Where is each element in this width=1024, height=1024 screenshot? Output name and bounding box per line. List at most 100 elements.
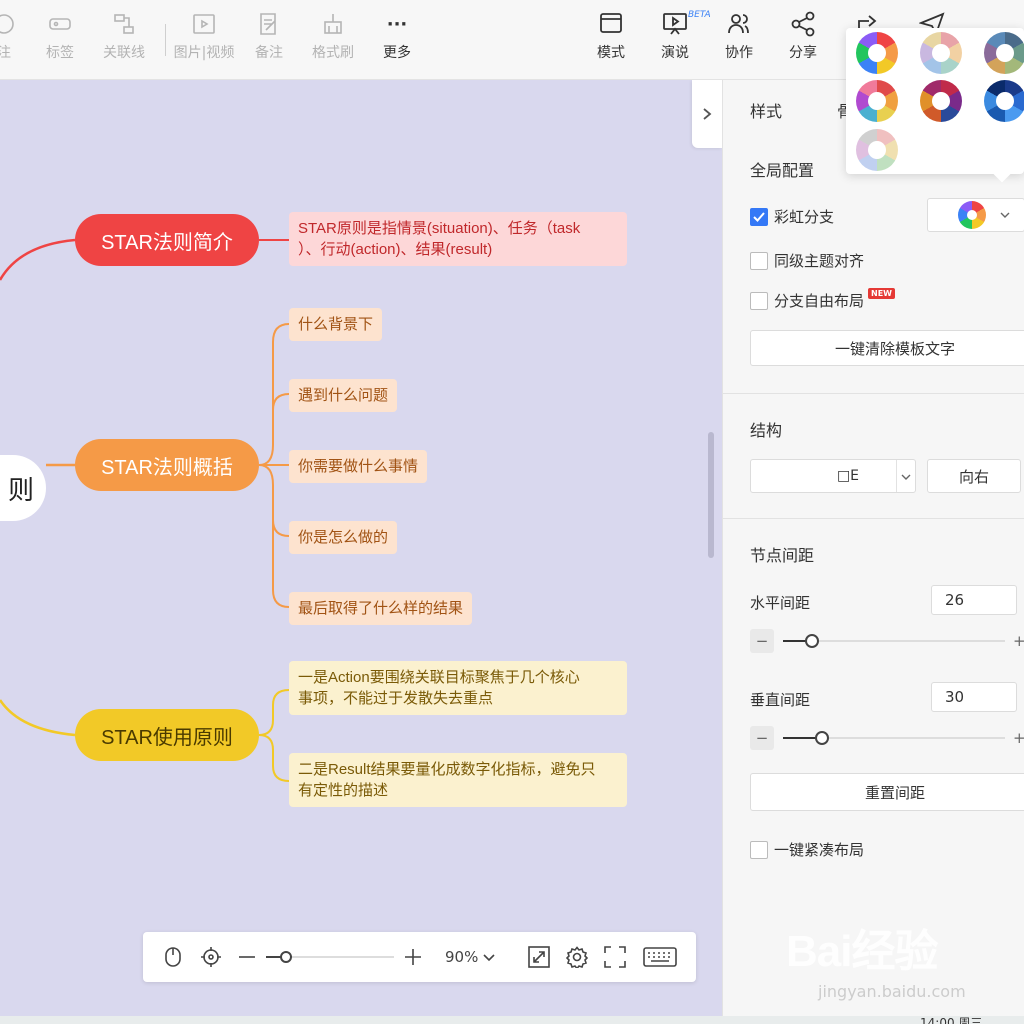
free-layout-option[interactable]: 分支自由布局 NEW [750, 288, 895, 311]
toolbar-relation-line-button[interactable]: 关联线 [92, 10, 156, 62]
toolbar-more-button[interactable]: ··· 更多 [365, 10, 429, 62]
mode-icon [597, 10, 625, 38]
horizontal-spacing-input[interactable]: 26 [931, 585, 1017, 615]
same-level-align-checkbox[interactable] [750, 251, 768, 270]
toolbar-image-video-button[interactable]: 图片|视频 [172, 10, 236, 62]
leaf-node[interactable]: 什么背景下 [289, 308, 383, 341]
theme-swatch-option[interactable] [984, 32, 1024, 74]
leaf-node[interactable]: 遇到什么问题 [289, 379, 398, 412]
tab-style[interactable]: 样式 [750, 98, 782, 122]
leaf-node[interactable]: 一是Action要围绕关联目标聚焦于几个核心 事项，不能过于发散失去重点 [289, 661, 627, 715]
structure-layout-dropdown[interactable]: □E [750, 459, 916, 493]
remark-icon [255, 10, 283, 38]
rainbow-branch-label: 彩虹分支 [774, 208, 835, 226]
same-level-align-option[interactable]: 同级主题对齐 [750, 250, 864, 271]
vertical-spacing-increase[interactable]: + [1013, 726, 1024, 750]
theme-swatch-option[interactable] [920, 32, 962, 74]
mouse-mode-button[interactable] [161, 945, 185, 969]
swatch-center [932, 92, 950, 110]
theme-swatch-option[interactable] [856, 129, 898, 171]
watermark-url: jingyan.baidu.com [818, 982, 966, 1001]
leaf-node[interactable]: 你需要做什么事情 [289, 450, 428, 483]
theme-swatch-option[interactable] [856, 32, 898, 74]
toolbar-tag-button[interactable]: 标签 [28, 10, 92, 62]
branch-label: STAR法则概括 [101, 456, 233, 479]
collaborate-icon [725, 10, 753, 38]
panel-divider [723, 393, 1024, 394]
toolbar-format-brush-button[interactable]: 格式刷 [301, 10, 365, 62]
toolbar-label: 格式刷 [312, 45, 354, 61]
compact-layout-option[interactable]: 一键紧凑布局 [750, 839, 864, 860]
reset-spacing-button[interactable]: 重置间距 [750, 773, 1024, 811]
toolbar-mode-button[interactable]: 模式 [579, 10, 643, 62]
leaf-node[interactable]: STAR原则是指情景(situation)、任务（task ）、行动(actio… [289, 212, 627, 266]
structure-heading: 结构 [750, 421, 783, 440]
fit-screen-button[interactable] [527, 945, 551, 969]
connector-root-branch1 [0, 238, 76, 281]
compact-layout-checkbox[interactable] [750, 840, 768, 859]
free-layout-checkbox[interactable] [750, 291, 768, 310]
checkmark-icon [753, 211, 765, 222]
branch-node-star-summary[interactable]: STAR法则概括 [75, 439, 259, 491]
zoom-out-button[interactable] [235, 945, 259, 969]
vertical-spacing-input[interactable]: 30 [931, 682, 1017, 712]
mindmap-canvas[interactable]: 则 STAR法则简介 STAR法则概括 STAR使用原则 STAR原则是指情景(… [0, 80, 722, 1024]
structure-direction-button[interactable]: 向右 [927, 459, 1021, 493]
clear-template-text-button[interactable]: 一键清除模板文字 [750, 330, 1024, 366]
zoom-value: 90% [445, 948, 479, 966]
vertical-spacing-decrease[interactable]: − [750, 726, 774, 750]
fullscreen-button[interactable] [603, 945, 627, 969]
chevron-right-icon [703, 108, 712, 120]
leaf-node[interactable]: 二是Result结果要量化成数字化指标，避免只 有定性的描述 [289, 753, 627, 807]
toolbar-collaborate-button[interactable]: 协作 [707, 10, 771, 62]
rainbow-branch-option[interactable]: 彩虹分支 [750, 206, 834, 227]
zoom-percentage-dropdown[interactable]: 90% [445, 948, 495, 966]
taskbar-clock: 14:00 周三 [920, 1016, 983, 1024]
branch-label: STAR使用原则 [101, 726, 233, 749]
chevron-down-icon [1000, 212, 1010, 218]
vertical-spacing-knob[interactable] [815, 731, 829, 745]
branch-node-star-intro[interactable]: STAR法则简介 [75, 214, 259, 266]
zoom-slider-knob[interactable] [280, 951, 292, 963]
toolbar-label: 注 [0, 45, 11, 61]
keyboard-shortcuts-button[interactable] [643, 945, 677, 969]
theme-swatch-option[interactable] [984, 80, 1024, 122]
rainbow-color-selector[interactable] [927, 198, 1024, 232]
share-icon [789, 10, 817, 38]
chevron-down-icon [483, 954, 495, 962]
toolbar-share-button[interactable]: 分享 [771, 10, 835, 62]
zoom-in-button[interactable] [401, 945, 425, 969]
connector-branch3-leaf2 [258, 734, 290, 782]
fullscreen-icon [604, 946, 626, 968]
plus-icon [405, 949, 421, 965]
toolbar-label: 备注 [255, 45, 283, 61]
minus-icon [239, 956, 255, 958]
new-badge: NEW [868, 288, 895, 299]
settings-button[interactable] [565, 945, 589, 969]
theme-swatch-option[interactable] [920, 80, 962, 122]
same-level-align-label: 同级主题对齐 [774, 252, 865, 270]
panel-collapse-button[interactable] [692, 80, 722, 148]
horizontal-spacing-decrease[interactable]: − [750, 629, 774, 653]
swatch-center [868, 141, 886, 159]
compact-layout-label: 一键紧凑布局 [774, 841, 865, 859]
toolbar-label: 演说 [661, 45, 689, 61]
mouse-icon [165, 947, 181, 967]
gear-icon [566, 946, 588, 968]
panel-divider [723, 518, 1024, 519]
horizontal-spacing-increase[interactable]: + [1013, 629, 1024, 653]
locate-button[interactable] [199, 945, 223, 969]
swatch-center [868, 44, 886, 62]
swatch-center [996, 44, 1014, 62]
leaf-node[interactable]: 你是怎么做的 [289, 521, 398, 554]
more-icon: ··· [386, 13, 408, 35]
vertical-spacing-label: 垂直间距 [750, 691, 811, 709]
horizontal-spacing-knob[interactable] [805, 634, 819, 648]
leaf-node[interactable]: 最后取得了什么样的结果 [289, 592, 473, 625]
canvas-scrollbar[interactable] [708, 432, 714, 558]
root-node-label: 则 [7, 475, 34, 506]
toolbar-remark-button[interactable]: 备注 [237, 10, 301, 62]
branch-node-star-principles[interactable]: STAR使用原则 [75, 709, 259, 761]
rainbow-branch-checkbox[interactable] [750, 207, 768, 226]
theme-swatch-option[interactable] [856, 80, 898, 122]
